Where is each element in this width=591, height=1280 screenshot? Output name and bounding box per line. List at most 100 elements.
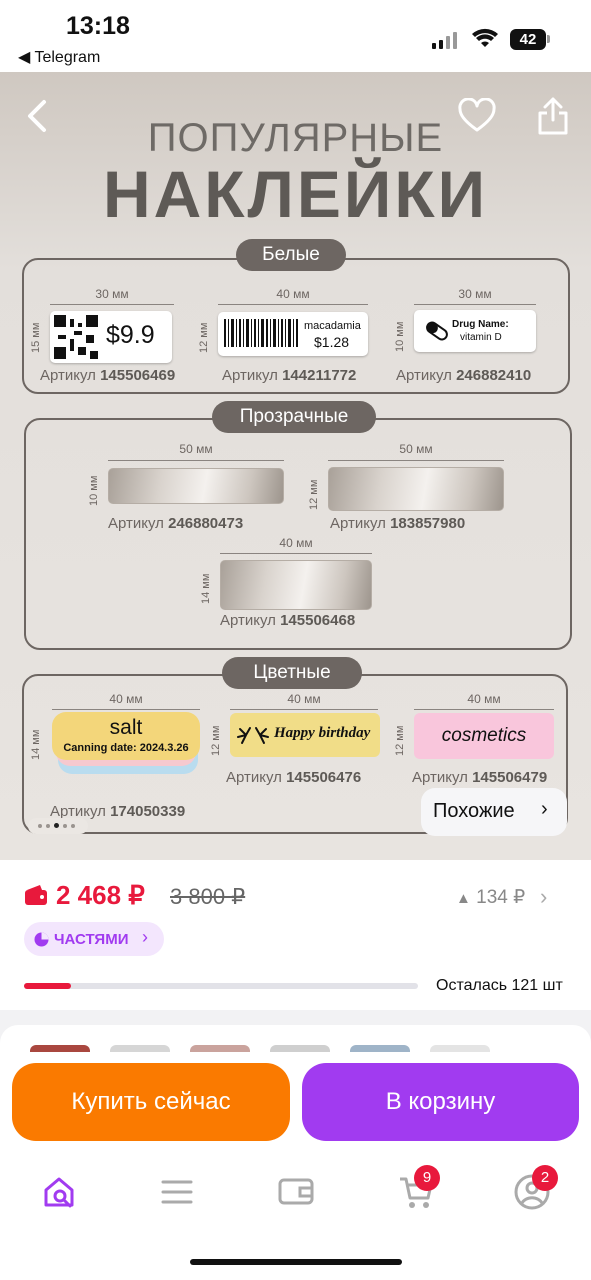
- wallet-icon: [25, 885, 47, 905]
- sticker-clear-3: [220, 560, 372, 610]
- sticker-price-text: $9.9: [106, 321, 155, 349]
- add-to-cart-button[interactable]: В корзину: [302, 1063, 579, 1141]
- pie-chart-icon: [34, 932, 49, 947]
- sticker-text-2: $1.28: [314, 334, 350, 350]
- signal-icon: [432, 31, 462, 49]
- status-bar: 13:18 ◀ Telegram 42: [0, 0, 591, 72]
- dim-width: 40 мм: [467, 692, 501, 706]
- dim-line: [230, 709, 378, 710]
- sticker-clear-1: [108, 468, 284, 504]
- sticker-colored-3: cosmetics: [414, 713, 554, 759]
- article-label: Артикул 144211772: [222, 367, 357, 384]
- chevron-right-icon: ›: [142, 927, 148, 947]
- dim-line: [108, 460, 284, 461]
- dim-height: 10 мм: [88, 475, 100, 506]
- article-label: Артикул 145506479: [412, 769, 548, 786]
- sticker-white-1: $9.9: [50, 311, 172, 363]
- dim-width: 40 мм: [109, 692, 143, 706]
- section-transparent-title: Прозрачные: [212, 401, 376, 433]
- barcode-icon: [224, 319, 298, 347]
- dim-line: [50, 304, 174, 305]
- fireworks-icon: [237, 727, 269, 744]
- article-label: Артикул 145506469: [40, 367, 176, 384]
- dim-height: 12 мм: [308, 479, 320, 510]
- dim-height: 12 мм: [198, 322, 210, 353]
- dim-width: 40 мм: [287, 692, 321, 706]
- gallery-dot: [63, 824, 67, 828]
- triangle-up-icon: ▲: [456, 890, 471, 907]
- sticker-text: Drug Name:: [452, 319, 509, 330]
- dim-height: 12 мм: [210, 725, 222, 756]
- sticker-colored-2: Happy birthday: [230, 713, 380, 757]
- dim-line: [414, 709, 554, 710]
- price-change[interactable]: ▲ 134 ₽: [456, 886, 525, 909]
- dim-width: 50 мм: [399, 442, 433, 456]
- dim-width: 30 мм: [458, 287, 492, 301]
- catalog-menu-icon[interactable]: [160, 1178, 194, 1206]
- sticker-text: macadamia: [304, 320, 361, 332]
- gallery-dot: [46, 824, 50, 828]
- installments-label: ЧАСТЯМИ: [54, 931, 129, 948]
- pill-icon: [426, 321, 448, 341]
- sticker-text-2: vitamin D: [460, 332, 502, 343]
- article-label: Артикул 246882410: [396, 367, 532, 384]
- chevron-right-icon[interactable]: ›: [540, 884, 547, 910]
- product-image-gallery[interactable]: ПОПУЛЯРНЫЕ НАКЛЕЙКИ Белые 30 мм 15 мм $9…: [0, 72, 591, 860]
- old-price: 3 800 ₽: [170, 884, 246, 909]
- dim-height: 12 мм: [394, 725, 406, 756]
- profile-badge: 2: [532, 1165, 558, 1191]
- gallery-dot: [71, 824, 75, 828]
- stock-progress-fill: [24, 983, 72, 989]
- dim-line: [328, 460, 504, 461]
- article-label: Артикул 246880473: [108, 515, 244, 532]
- sticker-text: cosmetics: [441, 725, 527, 746]
- wifi-icon: [472, 28, 498, 47]
- dim-width: 30 мм: [95, 287, 129, 301]
- price-card: 2 468 ₽ 3 800 ₽ ▲ 134 ₽ › ЧАСТЯМИ › Оста…: [0, 860, 591, 1020]
- stock-text: Осталась 121 шт: [436, 977, 563, 994]
- dim-height: 10 мм: [394, 321, 406, 352]
- section-colored-title: Цветные: [222, 657, 362, 689]
- dim-line: [218, 304, 368, 305]
- gallery-dot: [38, 824, 42, 828]
- dim-line: [220, 553, 372, 554]
- hero-title-line2: НАКЛЕЙКИ: [102, 157, 489, 231]
- bottom-nav: 9 2: [0, 1152, 591, 1280]
- price-change-value: 134 ₽: [476, 887, 526, 908]
- battery-tip: [547, 35, 550, 43]
- sticker-text: salt: [109, 716, 143, 739]
- article-label: Артикул 183857980: [330, 515, 466, 532]
- section-white-title: Белые: [236, 239, 346, 271]
- qr-code-icon: [54, 315, 98, 359]
- similar-button[interactable]: Похожие ›: [421, 788, 567, 836]
- dim-width: 50 мм: [179, 442, 213, 456]
- home-indicator: [190, 1259, 402, 1265]
- dim-height: 15 мм: [30, 322, 42, 353]
- dim-width: 40 мм: [276, 287, 310, 301]
- buy-now-button[interactable]: Купить сейчас: [12, 1063, 290, 1141]
- current-price: 2 468 ₽: [56, 880, 145, 910]
- stock-progress-bar: [24, 983, 418, 989]
- home-search-icon[interactable]: [42, 1174, 78, 1210]
- installments-badge[interactable]: ЧАСТЯМИ ›: [24, 922, 164, 956]
- sticker-text: Happy birthday: [274, 725, 371, 741]
- sticker-clear-2: [328, 467, 504, 511]
- variant-swatches[interactable]: [0, 1025, 591, 1055]
- dim-line: [52, 709, 200, 710]
- gallery-dot-active: [54, 823, 59, 828]
- dim-height: 14 мм: [200, 573, 212, 604]
- sticker-white-2: macadamia $1.28: [218, 312, 368, 356]
- dim-line: [414, 304, 536, 305]
- dim-height: 14 мм: [30, 729, 42, 760]
- article-label: Артикул 145506468: [220, 612, 356, 629]
- chevron-right-icon: ›: [541, 798, 548, 820]
- wallet-nav-icon[interactable]: [278, 1176, 314, 1206]
- sticker-white-3: Drug Name: vitamin D: [414, 310, 536, 352]
- battery-icon: 42: [510, 29, 546, 50]
- sticker-text-2: Canning date: 2024.3.26: [63, 742, 189, 754]
- back-to-app-link[interactable]: ◀ Telegram: [18, 47, 100, 67]
- status-time: 13:18: [66, 12, 130, 40]
- article-label: Артикул 145506476: [226, 769, 362, 786]
- similar-button-label: Похожие: [433, 800, 515, 822]
- sticker-colored-1: salt Canning date: 2024.3.26: [52, 712, 200, 760]
